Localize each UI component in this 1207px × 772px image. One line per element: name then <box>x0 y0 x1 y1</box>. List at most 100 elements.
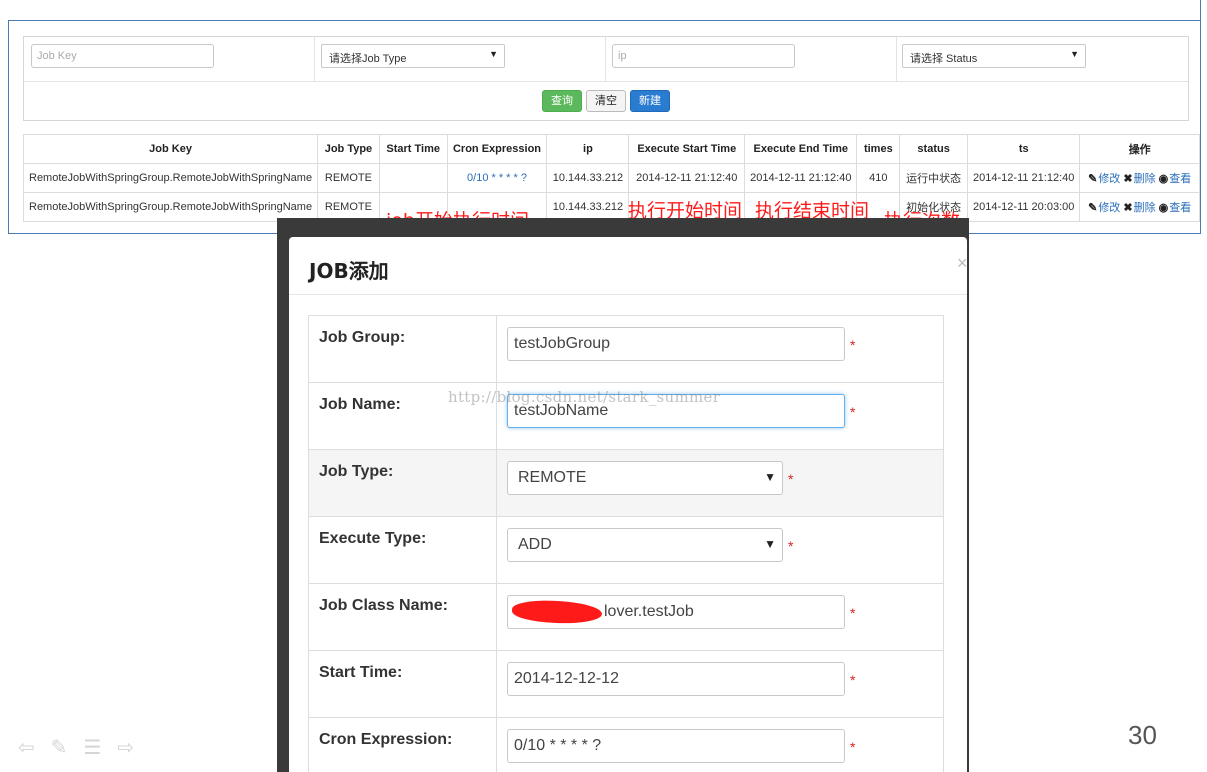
form-divider <box>496 584 497 650</box>
view-link[interactable]: ◉查看 <box>1159 202 1192 214</box>
start-time-label: Start Time: <box>319 664 403 681</box>
col-times: times <box>856 134 901 164</box>
cell-start-time <box>378 163 448 193</box>
ip-input[interactable]: ip <box>612 44 795 68</box>
cell-status: 运行中状态 <box>899 163 969 193</box>
slide-nav-controls: ⇦✎☰⇨ <box>18 735 150 760</box>
col-job-type: Job Type <box>317 134 380 164</box>
required-mark: * <box>850 337 856 353</box>
required-mark: * <box>788 471 794 487</box>
required-mark: * <box>850 739 856 755</box>
modal-title: JOB添加 <box>309 259 389 283</box>
cell-exec-end: 2014-12-11 21:12:40 <box>744 163 858 193</box>
delete-label: 删除 <box>1133 173 1156 185</box>
form-divider <box>496 450 497 516</box>
required-mark: * <box>788 538 794 554</box>
filter-cell-job-type: 请选择Job Type ▼ <box>315 37 606 82</box>
execute-type-label: Execute Type: <box>319 530 427 547</box>
form-row-start-time: Start Time: 2014-12-12-12 * <box>309 651 943 718</box>
arrow-right-icon[interactable]: ⇨ <box>117 737 150 759</box>
required-mark: * <box>850 672 856 688</box>
status-select-value: 请选择 Status <box>910 53 978 65</box>
delete-label: 删除 <box>1133 202 1156 214</box>
col-job-key: Job Key <box>22 134 319 164</box>
filter-panel: Job Key 请选择Job Type ▼ ip 请选择 Status ▼ 查询… <box>23 36 1189 121</box>
form-row-execute-type: Execute Type: ADD ▼ * <box>309 517 943 584</box>
query-button[interactable]: 查询 <box>542 90 582 112</box>
redaction-mark <box>511 599 603 625</box>
execute-type-value: ADD <box>518 536 552 553</box>
status-select[interactable]: 请选择 Status ▼ <box>902 44 1086 68</box>
chevron-down-icon: ▼ <box>1070 49 1079 59</box>
col-start-time: Start Time <box>378 134 448 164</box>
job-class-name-input[interactable]: lover.testJob <box>507 595 845 629</box>
execute-type-dropdown[interactable]: ADD ▼ <box>507 528 783 562</box>
table-header-row: Job Key Job Type Start Time Cron Express… <box>22 134 1200 164</box>
job-type-select[interactable]: 请选择Job Type ▼ <box>321 44 505 68</box>
cell-cron-link[interactable]: 0/10 * * * * ? <box>446 163 548 193</box>
start-time-input[interactable]: 2014-12-12-12 <box>507 662 845 696</box>
view-label: 查看 <box>1169 202 1192 214</box>
cron-expression-input[interactable]: 0/10 * * * * ? <box>507 729 845 763</box>
delete-link[interactable]: ✖删除 <box>1123 202 1155 214</box>
new-button[interactable]: 新建 <box>630 90 670 112</box>
job-add-modal: JOB添加 × Job Group: testJobGroup * Job Na… <box>289 237 968 772</box>
form-divider <box>496 718 497 772</box>
edit-label: 修改 <box>1098 173 1121 185</box>
job-key-input[interactable]: Job Key <box>31 44 214 68</box>
col-cron-expression: Cron Expression <box>446 134 548 164</box>
filter-cell-status: 请选择 Status ▼ <box>897 37 1189 82</box>
job-list-page: Job Key 请选择Job Type ▼ ip 请选择 Status ▼ 查询… <box>8 21 1201 234</box>
cell-job-key: RemoteJobWithSpringGroup.RemoteJobWithSp… <box>22 163 319 193</box>
form-divider <box>496 651 497 717</box>
job-type-select-value: 请选择Job Type <box>329 53 407 65</box>
menu-icon[interactable]: ☰ <box>84 737 118 759</box>
job-type-label: Job Type: <box>319 463 394 480</box>
table-row: RemoteJobWithSpringGroup.RemoteJobWithSp… <box>22 163 1200 193</box>
job-type-dropdown[interactable]: REMOTE ▼ <box>507 461 783 495</box>
filter-cell-job-key: Job Key <box>24 37 315 82</box>
cell-ip: 10.144.33.212 <box>546 163 630 193</box>
form-row-job-class-name: Job Class Name: lover.testJob * <box>309 584 943 651</box>
col-execute-end-time: Execute End Time <box>744 134 858 164</box>
form-row-cron-expression: Cron Expression: 0/10 * * * * ? * <box>309 718 943 772</box>
delete-icon: ✖ <box>1123 173 1133 185</box>
job-name-label: Job Name: <box>319 396 401 413</box>
cell-exec-start: 2014-12-11 21:12:40 <box>628 163 746 193</box>
cell-times: 410 <box>856 163 901 193</box>
job-table: Job Key Job Type Start Time Cron Express… <box>22 134 1200 222</box>
delete-link[interactable]: ✖删除 <box>1123 173 1155 185</box>
close-icon[interactable]: × <box>957 253 968 274</box>
chevron-down-icon: ▼ <box>489 49 498 59</box>
job-form: Job Group: testJobGroup * Job Name: test… <box>308 315 944 772</box>
filter-cell-ip: ip <box>606 37 897 82</box>
view-link[interactable]: ◉查看 <box>1159 173 1192 185</box>
job-group-label: Job Group: <box>319 329 406 346</box>
cell-ts: 2014-12-11 21:12:40 <box>967 163 1081 193</box>
watermark: http://blog.csdn.net/stark_summer <box>448 388 721 406</box>
slide-page-number: 30 <box>1128 720 1157 750</box>
job-group-input[interactable]: testJobGroup <box>507 327 845 361</box>
form-divider <box>496 316 497 382</box>
col-ts: ts <box>967 134 1081 164</box>
delete-icon: ✖ <box>1123 202 1133 214</box>
pen-icon[interactable]: ✎ <box>51 737 84 759</box>
edit-link[interactable]: ✎修改 <box>1088 202 1120 214</box>
col-ip: ip <box>546 134 630 164</box>
view-label: 查看 <box>1169 173 1192 185</box>
arrow-left-icon[interactable]: ⇦ <box>18 737 51 759</box>
job-class-name-value: lover.testJob <box>604 603 694 620</box>
col-execute-start-time: Execute Start Time <box>628 134 746 164</box>
job-class-name-label: Job Class Name: <box>319 597 448 614</box>
edit-label: 修改 <box>1098 202 1121 214</box>
eye-icon: ◉ <box>1158 202 1169 214</box>
cell-actions: ✎修改 ✖删除 ◉查看 <box>1079 192 1200 222</box>
form-divider <box>496 517 497 583</box>
required-mark: * <box>850 605 856 621</box>
clear-button[interactable]: 清空 <box>586 90 626 112</box>
modal-divider <box>289 294 967 295</box>
cron-expression-label: Cron Expression: <box>319 731 453 748</box>
edit-link[interactable]: ✎修改 <box>1088 173 1120 185</box>
form-row-job-group: Job Group: testJobGroup * <box>309 316 943 383</box>
col-status: status <box>899 134 969 164</box>
